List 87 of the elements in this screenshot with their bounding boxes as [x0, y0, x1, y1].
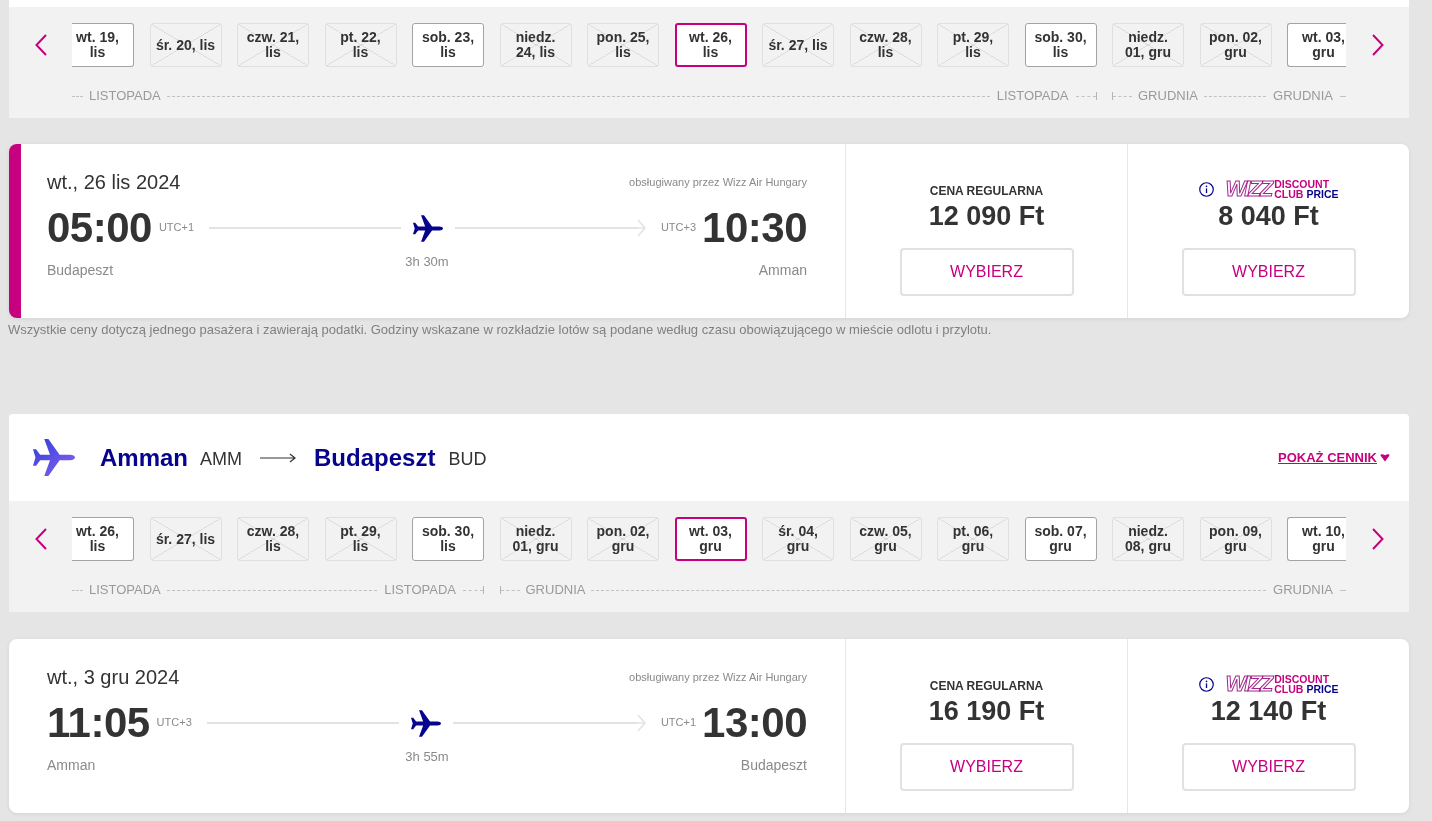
- departure-timezone: UTC+3: [156, 715, 192, 729]
- date-option[interactable]: wt. 10, gru: [1287, 517, 1346, 561]
- date-option[interactable]: pon. 25, lis: [587, 23, 659, 67]
- airplane-icon: [411, 709, 442, 737]
- airplane-icon: [412, 214, 443, 242]
- airplane-icon: [33, 439, 75, 476]
- club-price-label: DISCOUNT CLUB PRICE: [1274, 674, 1339, 694]
- date-option[interactable]: niedz. 24, lis: [499, 23, 572, 67]
- price-note: Wszystkie ceny dotyczą jednego pasażera i zawierają podatki. Godziny wskazane w rozkładzie lotów są podane według czasu obowiązującego w mieście odlotu i przylotu.: [8, 322, 993, 338]
- date-option[interactable]: sob. 23, lis: [412, 23, 484, 67]
- date-option[interactable]: wt. 19, lis: [72, 23, 134, 67]
- month-label: LISTOPADA: [89, 88, 161, 104]
- arrival-time: 13:00: [702, 701, 807, 745]
- date-option[interactable]: pon. 02, gru: [587, 517, 659, 561]
- date-option[interactable]: sob. 30, lis: [412, 517, 484, 561]
- departure-time: 11:05: [47, 701, 150, 745]
- date-option[interactable]: śr. 27, lis: [762, 23, 834, 67]
- info-icon[interactable]: [1198, 181, 1214, 197]
- month-label: GRUDNIA: [525, 582, 586, 598]
- club-wordmark: WIZZ: [1225, 179, 1272, 199]
- arrival-timezone: UTC+1: [660, 715, 697, 729]
- fare-label: CENA REGULARNA: [929, 678, 1044, 694]
- date-option[interactable]: pt. 29, lis: [937, 23, 1009, 67]
- flight-duration: 3h 55m: [405, 749, 449, 765]
- date-option[interactable]: pt. 29, lis: [324, 517, 397, 561]
- date-option[interactable]: śr. 04, gru: [762, 517, 834, 561]
- date-option[interactable]: czw. 28, lis: [237, 517, 309, 561]
- club-price: 8 040 Ft: [1218, 201, 1319, 231]
- month-label: GRUDNIA: [1273, 582, 1333, 598]
- month-label: GRUDNIA: [1273, 88, 1333, 104]
- date-option[interactable]: sob. 30, lis: [1024, 23, 1097, 67]
- date-option[interactable]: sob. 07, gru: [1024, 517, 1097, 561]
- date-option[interactable]: pt. 22, lis: [324, 23, 397, 67]
- date-option[interactable]: pon. 02, gru: [1199, 23, 1272, 67]
- chevron-left-icon: [34, 528, 47, 550]
- arrival-time: 10:30: [702, 206, 807, 250]
- arrival-timezone: UTC+3: [660, 220, 697, 234]
- month-label: LISTOPADA: [996, 88, 1069, 104]
- fare-label: CENA REGULARNA: [929, 183, 1044, 199]
- departure-timezone: UTC+1: [158, 220, 195, 234]
- departure-city: Amman: [47, 757, 96, 773]
- show-price-list-link[interactable]: POKAŻ CENNIK: [1278, 449, 1390, 466]
- date-option[interactable]: wt. 03, gru: [674, 517, 747, 561]
- chevron-left-icon: [34, 34, 47, 56]
- select-fare-button[interactable]: WYBIERZ: [1181, 248, 1356, 296]
- select-fare-button[interactable]: WYBIERZ: [1181, 743, 1356, 791]
- month-label: GRUDNIA: [1138, 88, 1198, 104]
- chevron-right-icon: [1371, 34, 1384, 56]
- fare-price: 16 190 Ft: [928, 696, 1045, 726]
- date-option[interactable]: pt. 06, gru: [937, 517, 1009, 561]
- select-fare-button[interactable]: WYBIERZ: [899, 248, 1074, 296]
- date-option[interactable]: wt. 03, gru: [1287, 23, 1346, 67]
- date-option[interactable]: pon. 09, gru: [1199, 517, 1272, 561]
- arrow-right-icon: [260, 452, 297, 463]
- flight-date: wt., 3 gru 2024: [47, 665, 180, 689]
- flight-duration: 3h 30m: [405, 254, 449, 270]
- destination-code: BUD: [448, 448, 487, 470]
- month-label: LISTOPADA: [89, 582, 161, 598]
- flight-date: wt., 26 lis 2024: [47, 170, 181, 194]
- date-option[interactable]: czw. 05, gru: [849, 517, 922, 561]
- club-wordmark: WIZZ: [1225, 674, 1272, 694]
- departure-city: Budapeszt: [47, 262, 114, 278]
- date-option[interactable]: niedz. 01, gru: [1112, 23, 1184, 67]
- date-option[interactable]: wt. 26, lis: [674, 23, 747, 67]
- arrival-city: Budapeszt: [740, 757, 807, 773]
- origin-code: AMM: [200, 448, 243, 470]
- fare-price: 12 090 Ft: [928, 201, 1045, 231]
- destination-city: Budapeszt: [314, 443, 436, 472]
- departure-time: 05:00: [47, 206, 152, 250]
- club-price-label: DISCOUNT CLUB PRICE: [1274, 179, 1339, 199]
- origin-city: Amman: [100, 443, 189, 472]
- chevron-right-icon: [1371, 528, 1384, 550]
- caret-down-icon: [1380, 453, 1390, 462]
- date-option[interactable]: czw. 21, lis: [237, 23, 309, 67]
- operator-text: obsługiwany przez Wizz Air Hungary: [629, 670, 807, 684]
- date-option[interactable]: śr. 27, lis: [149, 517, 222, 561]
- select-fare-button[interactable]: WYBIERZ: [899, 743, 1074, 791]
- date-option[interactable]: niedz. 08, gru: [1112, 517, 1184, 561]
- date-option[interactable]: wt. 26, lis: [72, 517, 134, 561]
- date-option[interactable]: czw. 28, lis: [849, 23, 922, 67]
- info-icon[interactable]: [1198, 676, 1214, 692]
- month-label: LISTOPADA: [384, 582, 456, 598]
- date-option[interactable]: śr. 20, lis: [149, 23, 222, 67]
- club-price: 12 140 Ft: [1210, 696, 1327, 726]
- arrival-city: Amman: [758, 262, 807, 278]
- date-option[interactable]: niedz. 01, gru: [499, 517, 572, 561]
- operator-text: obsługiwany przez Wizz Air Hungary: [629, 175, 807, 189]
